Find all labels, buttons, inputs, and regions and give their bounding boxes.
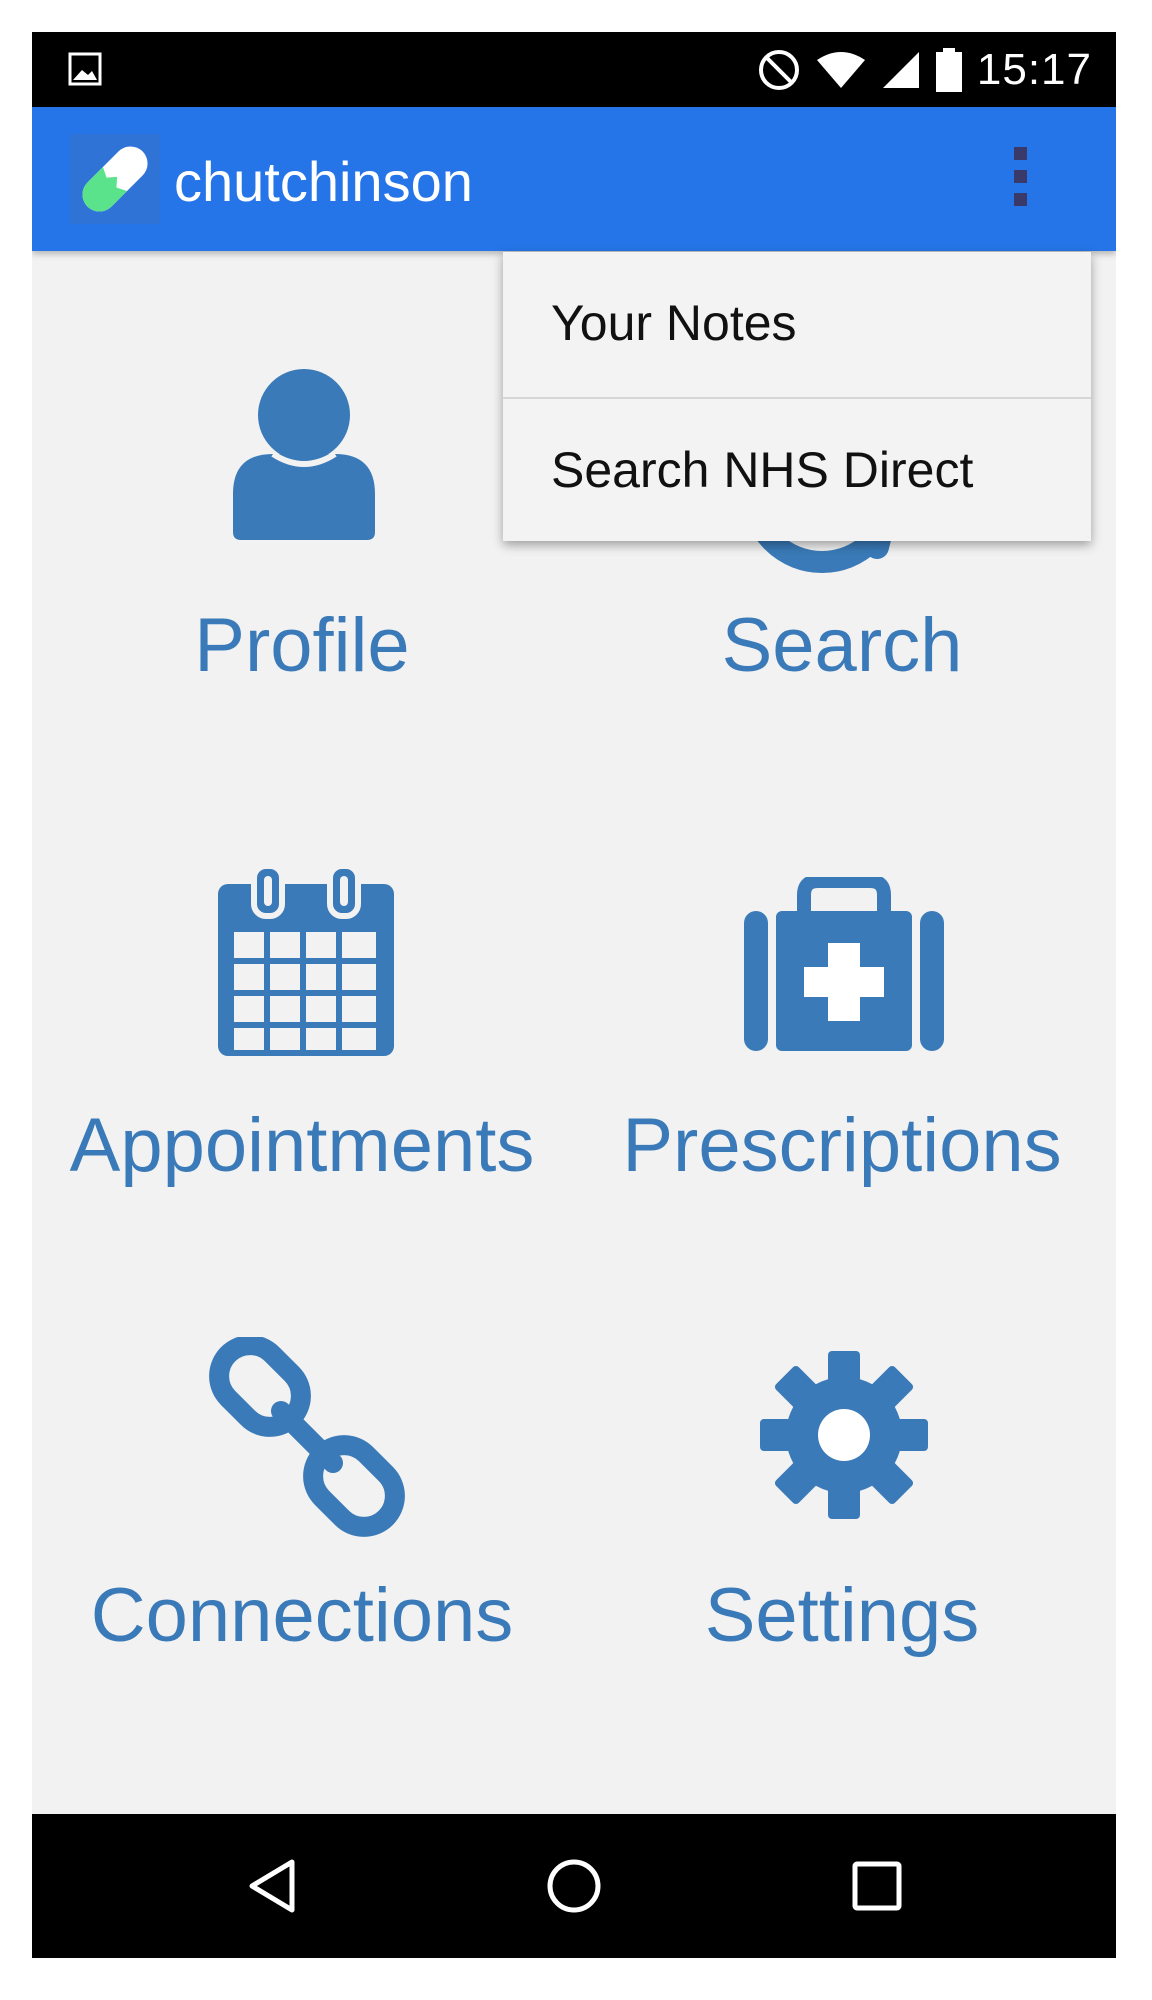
app-title: chutchinson — [174, 150, 473, 213]
menu-item-label: Your Notes — [551, 295, 797, 351]
user-icon — [233, 369, 375, 540]
gear-icon — [760, 1351, 928, 1519]
tile-prescriptions[interactable]: Prescriptions — [572, 877, 1112, 1277]
battery-icon — [935, 48, 962, 92]
status-icons: 15:17 — [757, 44, 1092, 96]
back-icon[interactable] — [242, 1856, 302, 1916]
overflow-menu-icon[interactable] — [1010, 147, 1030, 211]
tile-label: Connections — [90, 1573, 514, 1658]
tile-label: Appointments — [69, 1103, 535, 1188]
status-time: 15:17 — [976, 45, 1092, 94]
tile-label: Settings — [704, 1573, 980, 1658]
cell-signal-icon — [882, 52, 919, 88]
tile-profile[interactable]: Profile — [32, 362, 572, 762]
tile-label: Search — [721, 603, 963, 688]
calendar-icon — [218, 863, 394, 1056]
home-icon[interactable] — [544, 1856, 604, 1916]
menu-item-search-nhs-direct[interactable]: Search NHS Direct — [503, 399, 1091, 544]
do-not-disturb-icon — [758, 50, 799, 90]
status-bar: 15:17 — [32, 32, 1116, 107]
tile-appointments[interactable]: Appointments — [32, 862, 572, 1282]
image-icon — [68, 52, 102, 90]
tile-settings[interactable]: Settings — [572, 1350, 1112, 1750]
pill-logo-icon — [70, 134, 160, 224]
medical-kit-icon — [744, 877, 944, 1051]
app-screen: 15:17 chutchinson Profile Search Appoint… — [32, 32, 1116, 1958]
app-bar: chutchinson — [32, 107, 1116, 251]
menu-item-label: Search NHS Direct — [551, 442, 974, 498]
tile-label: Profile — [194, 603, 410, 688]
tile-connections[interactable]: Connections — [32, 1337, 572, 1757]
link-icon — [209, 1337, 405, 1537]
recents-icon[interactable] — [847, 1856, 907, 1916]
tile-label: Prescriptions — [622, 1103, 1062, 1188]
menu-item-your-notes[interactable]: Your Notes — [503, 252, 1091, 397]
navigation-bar — [32, 1814, 1116, 1958]
overflow-menu: Your Notes Search NHS Direct — [503, 252, 1091, 541]
wifi-icon — [816, 52, 865, 88]
